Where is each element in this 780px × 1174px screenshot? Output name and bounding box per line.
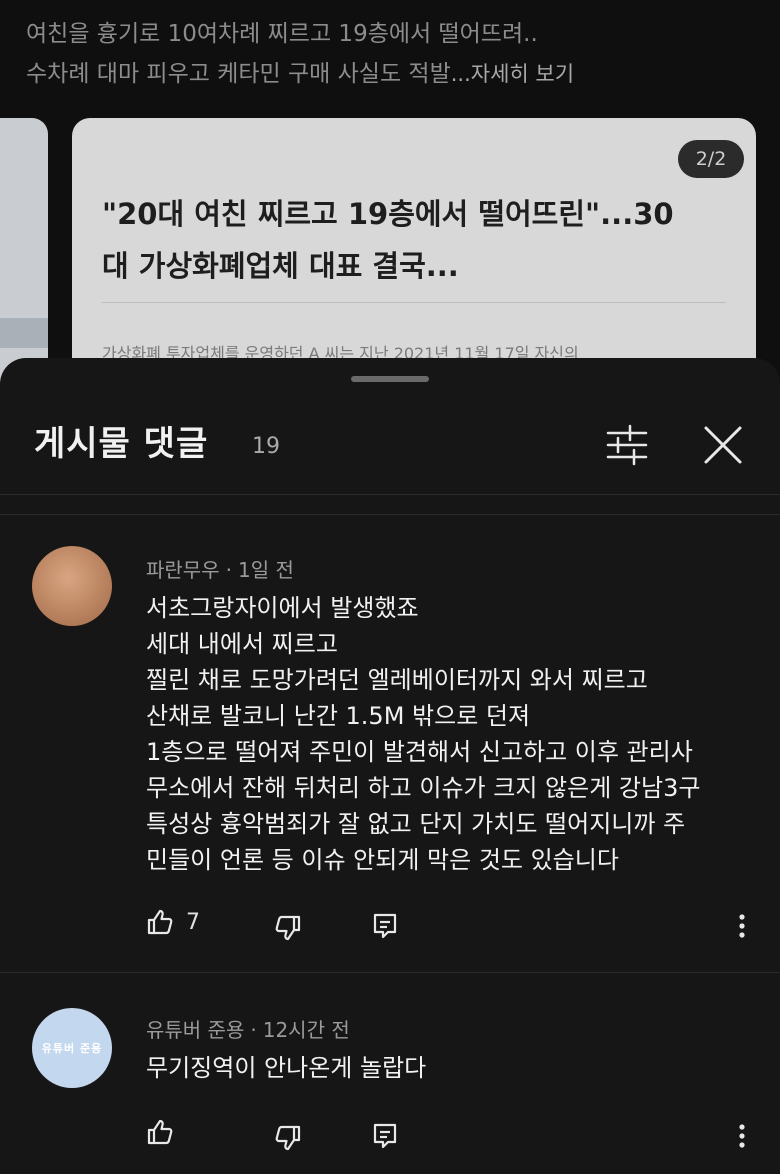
comment-text: 무기징역이 안나온게 놀랍다 xyxy=(146,1050,426,1086)
comment-author[interactable]: 파란무우 xyxy=(146,558,220,582)
comment-line: 무기징역이 안나온게 놀랍다 xyxy=(146,1054,427,1082)
thumbs-up-icon xyxy=(147,909,173,935)
more-options-button[interactable] xyxy=(734,1122,750,1150)
more-vertical-icon xyxy=(739,914,745,938)
like-count: 7 xyxy=(186,909,200,935)
dislike-button[interactable] xyxy=(274,914,302,942)
more-options-button[interactable] xyxy=(734,912,750,940)
reply-button[interactable] xyxy=(372,912,398,940)
comment-line: 세대 내에서 찌르고 xyxy=(146,630,338,658)
comment-line: 서초그랑자이에서 발생했죠 xyxy=(146,594,419,622)
comment-text: 서초그랑자이에서 발생했죠 세대 내에서 찌르고 찔린 채로 도망가려던 엘레베… xyxy=(146,590,700,878)
comment-count: 19 xyxy=(252,434,280,459)
like-button[interactable] xyxy=(146,1118,174,1146)
sheet-title: 게시물 댓글 xyxy=(34,424,209,464)
header-divider xyxy=(0,494,780,495)
comment-meta: 파란무우 · 1일 전 xyxy=(146,558,294,582)
like-button[interactable]: 7 xyxy=(146,908,200,936)
reply-icon xyxy=(373,913,397,939)
comment-divider xyxy=(0,972,780,973)
close-icon[interactable] xyxy=(696,418,750,472)
reply-icon xyxy=(373,1123,397,1149)
avatar[interactable] xyxy=(32,546,112,626)
avatar[interactable]: 유튜버 준용 xyxy=(32,1008,112,1088)
drag-handle[interactable] xyxy=(351,376,429,382)
filter-sliders-icon[interactable] xyxy=(600,422,654,468)
comment-line: 민들이 언론 등 이슈 안되게 막은 것도 있습니다 xyxy=(146,846,619,874)
thumbs-up-icon xyxy=(147,1119,173,1145)
comment-line: 찔린 채로 도망가려던 엘레베이터까지 와서 찌르고 xyxy=(146,666,648,694)
comment-meta: 유튜버 준용 · 12시간 전 xyxy=(146,1018,350,1042)
comments-sheet: 게시물 댓글 19 파란무우 · 1일 전 서초그랑자이에서 발생했죠 세대 내에서… xyxy=(0,358,780,1174)
comment-line: 1층으로 떨어져 주민이 발견해서 신고하고 이후 관리사 xyxy=(146,738,693,766)
comment-time: 1일 전 xyxy=(237,558,294,582)
post-description: 여친을 흉기로 10여차례 찌르고 19층에서 떨어뜨려.. 수차례 대마 피우… xyxy=(26,14,766,94)
more-vertical-icon xyxy=(739,1124,745,1148)
comment-line: 무소에서 잔해 뒤처리 하고 이슈가 크지 않은게 강남3구 xyxy=(146,774,701,802)
header-divider-secondary xyxy=(0,514,780,515)
page-indicator-badge: 2/2 xyxy=(678,140,744,178)
thumbs-down-icon xyxy=(275,1125,301,1151)
comment-time: 12시간 전 xyxy=(262,1018,350,1042)
article-headline-line2: 대 가상화폐업체 대표 결국... xyxy=(102,249,459,283)
card-divider xyxy=(102,302,726,303)
thumbs-down-icon xyxy=(275,915,301,941)
avatar-label: 유튜버 준용 xyxy=(41,1042,103,1055)
reply-button[interactable] xyxy=(372,1122,398,1150)
dislike-button[interactable] xyxy=(274,1124,302,1152)
see-more-link[interactable]: ...자세히 보기 xyxy=(451,62,574,86)
article-headline-line1: "20대 여친 찌르고 19층에서 떨어뜨린"...30 xyxy=(102,197,674,231)
comment-line: 산채로 발코니 난간 1.5M 밖으로 던져 xyxy=(146,702,531,730)
post-description-line1: 여친을 흉기로 10여차례 찌르고 19층에서 떨어뜨려.. xyxy=(26,21,538,47)
comment-line: 특성상 흉악범죄가 잘 없고 단지 가치도 떨어지니까 주 xyxy=(146,810,686,838)
comment-author[interactable]: 유튜버 준용 xyxy=(146,1018,244,1042)
article-headline: "20대 여친 찌르고 19층에서 떨어뜨린"...30 대 가상화폐업체 대표… xyxy=(102,188,722,292)
post-description-line2: 수차례 대마 피우고 케타민 구매 사실도 적발 xyxy=(26,61,451,87)
